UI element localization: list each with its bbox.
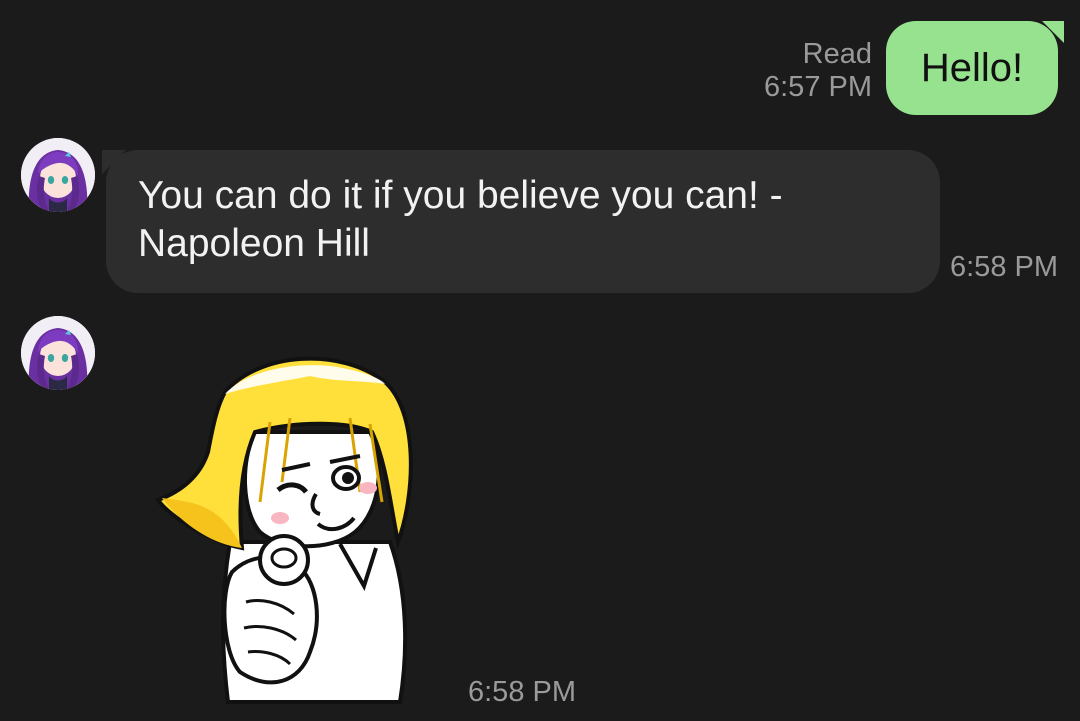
avatar-image — [21, 138, 95, 212]
message-text: Hello! — [920, 45, 1024, 90]
message-time: 6:58 PM — [468, 676, 576, 708]
outgoing-message-bubble[interactable]: Hello! — [886, 21, 1064, 115]
message-time: 6:58 PM — [950, 251, 1058, 283]
message-text-line: You can do it if you believe you can! - — [138, 174, 783, 217]
message-time: 6:57 PM — [764, 71, 872, 103]
pointing-wink-sticker[interactable] — [150, 352, 420, 704]
sticker-image — [154, 356, 413, 704]
read-receipt: Read 6:57 PM — [730, 38, 872, 104]
contact-avatar[interactable] — [21, 138, 95, 212]
incoming-message-bubble[interactable]: You can do it if you believe you can! - … — [102, 150, 940, 293]
chat-conversation: Read 6:57 PM Hello! You can do it if you… — [0, 0, 1080, 721]
message-text-line: Napoleon Hill — [138, 222, 370, 265]
read-label: Read — [802, 38, 872, 70]
contact-avatar[interactable] — [21, 316, 95, 390]
avatar-image — [21, 316, 95, 390]
